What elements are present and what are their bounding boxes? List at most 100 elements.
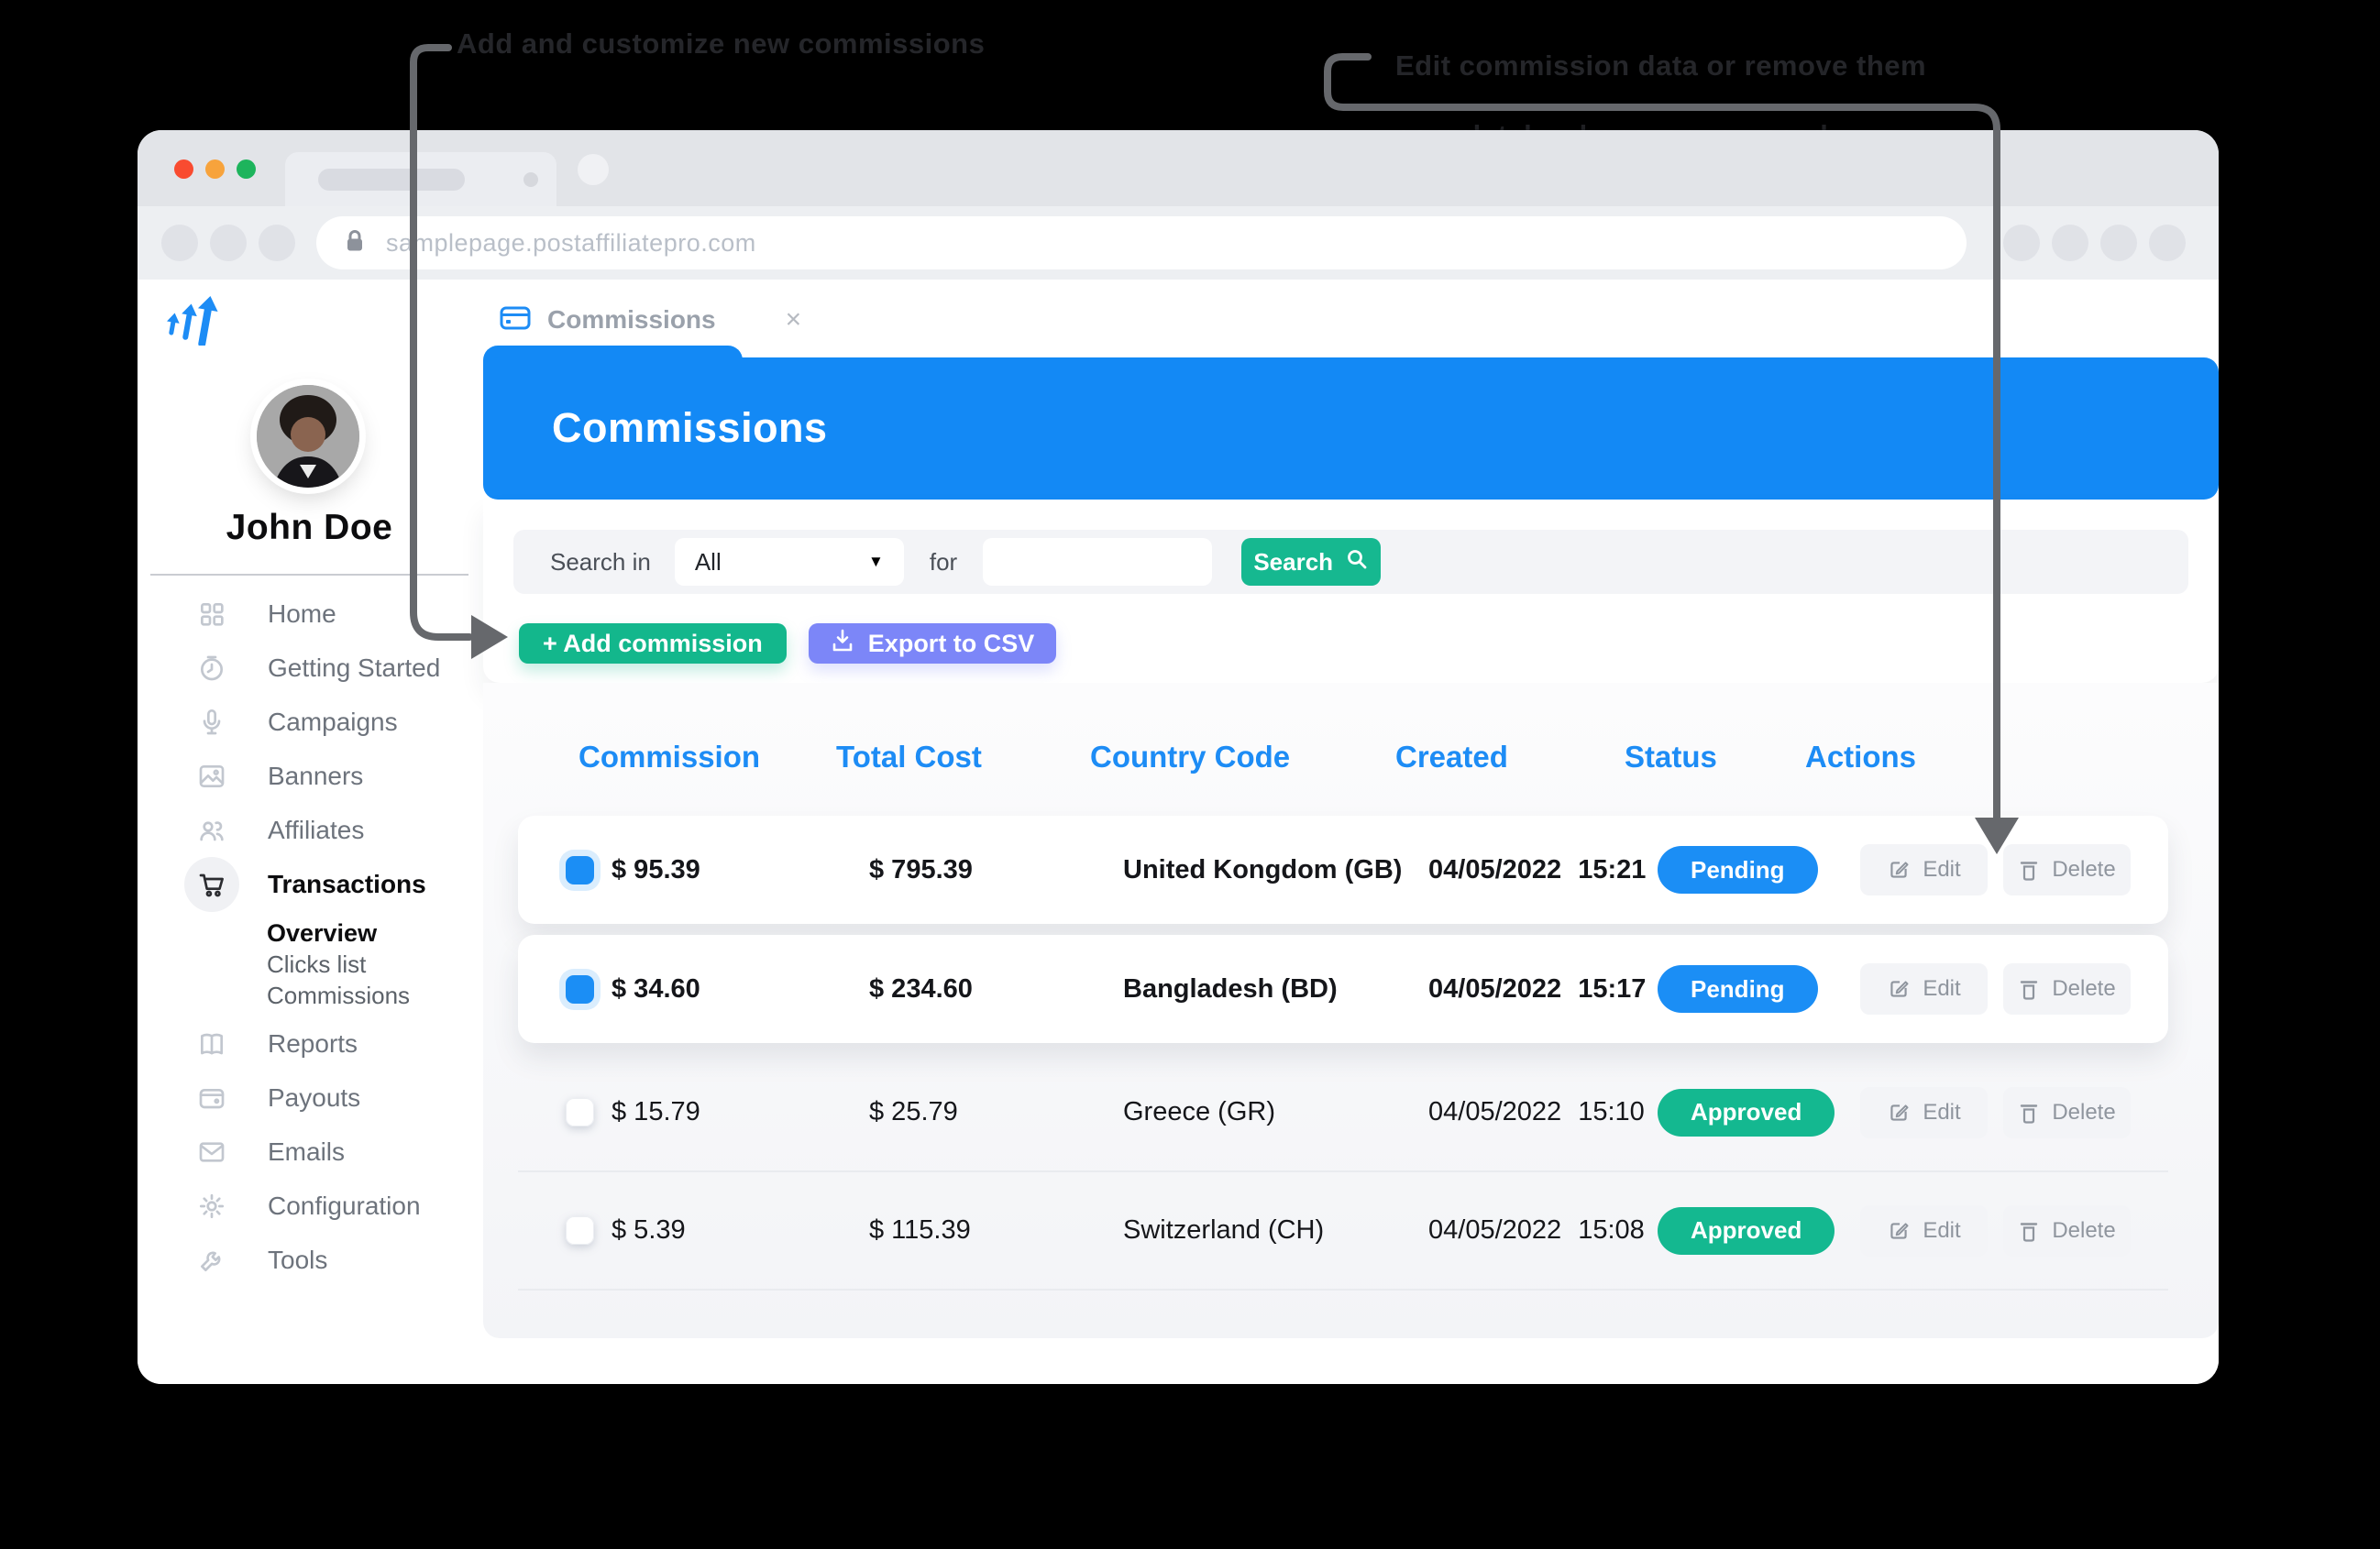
forward-button[interactable]: [210, 225, 247, 261]
delete-button[interactable]: Delete: [2003, 963, 2131, 1015]
minimize-window-button[interactable]: [205, 159, 225, 179]
total-cost-cell: $ 115.39: [869, 1215, 1123, 1246]
sidebar-item-campaigns[interactable]: Campaigns: [138, 695, 481, 749]
search-filter-value: All: [695, 548, 722, 577]
cart-icon: [184, 857, 239, 912]
add-commission-button[interactable]: + Add commission: [519, 623, 787, 664]
microphone-icon: [196, 707, 227, 738]
card-icon: [500, 305, 531, 335]
sidebar-item-home[interactable]: Home: [138, 587, 481, 641]
new-tab-button[interactable]: [578, 154, 609, 185]
edit-button[interactable]: Edit: [1860, 1205, 1988, 1257]
sidebar-divider: [150, 574, 468, 576]
sidebar-subitem-overview[interactable]: Overview: [138, 917, 481, 949]
app-tab-commissions[interactable]: Commissions ×: [500, 300, 801, 340]
table-row[interactable]: $ 34.60 $ 234.60 Bangladesh (BD) 04/05/2…: [518, 935, 2168, 1043]
sidebar-item-tools[interactable]: Tools: [138, 1233, 481, 1287]
country-code-cell: United Kongdom (GB): [1123, 855, 1428, 885]
tab-close-dot[interactable]: [523, 172, 538, 187]
status-badge: Pending: [1658, 846, 1818, 894]
search-filter-select[interactable]: All ▼: [675, 538, 904, 586]
row-checkbox[interactable]: [566, 1098, 594, 1126]
row-actions: Edit Delete: [1860, 844, 2168, 895]
created-cell: 04/05/2022 15:10: [1428, 1097, 1658, 1127]
wallet-icon: [196, 1082, 227, 1114]
sidebar-item-reports[interactable]: Reports: [138, 1016, 481, 1071]
sidebar-item-label: Getting Started: [268, 654, 440, 683]
sidebar-item-payouts[interactable]: Payouts: [138, 1071, 481, 1125]
sidebar-item-configuration[interactable]: Configuration: [138, 1179, 481, 1233]
annotation-add-commissions: Add and customize new commissions: [457, 27, 985, 60]
trash-icon: [2018, 858, 2040, 882]
browser-tab[interactable]: [285, 152, 556, 206]
sidebar-item-label: Transactions: [268, 870, 426, 899]
sidebar-item-label: Affiliates: [268, 816, 364, 845]
commission-cell: $ 5.39: [612, 1215, 869, 1246]
commission-cell: $ 95.39: [612, 855, 869, 885]
sidebar-item-getting-started[interactable]: Getting Started: [138, 641, 481, 695]
wrench-icon: [196, 1245, 227, 1276]
extension-button-3[interactable]: [2100, 225, 2137, 261]
table-header-row: CommissionTotal CostCountry CodeCreatedS…: [518, 740, 2168, 774]
back-button[interactable]: [161, 225, 198, 261]
sidebar-subitem-commissions[interactable]: Commissions: [138, 980, 481, 1011]
search-for-label: for: [930, 548, 957, 577]
grid-icon: [196, 599, 227, 630]
address-bar[interactable]: samplepage.postaffiliatepro.com: [316, 216, 1967, 269]
sidebar-subitem-clicks-list[interactable]: Clicks list: [138, 949, 481, 980]
table-row[interactable]: $ 95.39 $ 795.39 United Kongdom (GB) 04/…: [518, 816, 2168, 924]
table-row[interactable]: $ 15.79 $ 25.79 Greece (GR) 04/05/2022 1…: [518, 1054, 2168, 1172]
row-checkbox[interactable]: [566, 1216, 594, 1245]
sidebar-item-transactions[interactable]: Transactions: [138, 857, 481, 911]
app-tab-close-icon[interactable]: ×: [786, 304, 802, 335]
delete-button[interactable]: Delete: [2003, 1205, 2131, 1257]
sidebar-item-affiliates[interactable]: Affiliates: [138, 803, 481, 857]
status-badge: Approved: [1658, 1089, 1835, 1137]
edit-button[interactable]: Edit: [1860, 963, 1988, 1015]
sidebar-item-banners[interactable]: Banners: [138, 749, 481, 803]
search-input[interactable]: [983, 538, 1212, 586]
search-bar: Search in All ▼ for Search: [513, 530, 2188, 594]
user-name: John Doe: [138, 508, 481, 548]
annotation-edit-line1: Edit commission data or remove them: [1395, 31, 1926, 101]
extension-button-2[interactable]: [2052, 225, 2088, 261]
users-icon: [196, 815, 227, 846]
export-csv-button[interactable]: Export to CSV: [809, 623, 1057, 664]
sidebar-menu: Home Getting Started Campaigns Banners Affil…: [138, 587, 481, 1287]
extension-button-1[interactable]: [2003, 225, 2040, 261]
search-button[interactable]: Search: [1241, 538, 1381, 586]
search-button-label: Search: [1253, 548, 1333, 577]
column-header-total-cost: Total Cost: [836, 740, 1123, 774]
sidebar-item-label: Reports: [268, 1029, 358, 1059]
edit-button[interactable]: Edit: [1860, 1087, 1988, 1138]
row-checkbox[interactable]: [566, 856, 594, 884]
close-window-button[interactable]: [174, 159, 193, 179]
row-actions: Edit Delete: [1860, 1205, 2168, 1257]
envelope-icon: [196, 1137, 227, 1168]
delete-button[interactable]: Delete: [2003, 844, 2131, 895]
chevron-down-icon: ▼: [868, 553, 884, 571]
sidebar-item-label: Campaigns: [268, 708, 398, 737]
trash-icon: [2018, 977, 2040, 1001]
sidebar-item-label: Payouts: [268, 1083, 360, 1113]
url-text: samplepage.postaffiliatepro.com: [386, 229, 756, 258]
country-code-cell: Bangladesh (BD): [1123, 974, 1428, 1005]
edit-pencil-icon: [1887, 858, 1911, 882]
browser-menu-button[interactable]: [2149, 225, 2186, 261]
maximize-window-button[interactable]: [237, 159, 256, 179]
sidebar-item-emails[interactable]: Emails: [138, 1125, 481, 1179]
sidebar-item-label: Configuration: [268, 1192, 421, 1221]
commission-cell: $ 15.79: [612, 1097, 869, 1127]
status-badge: Approved: [1658, 1207, 1835, 1255]
avatar: [257, 385, 359, 488]
row-checkbox[interactable]: [566, 975, 594, 1004]
column-header-created: Created: [1395, 740, 1658, 774]
browser-titlebar: [138, 130, 2219, 206]
table-row[interactable]: $ 5.39 $ 115.39 Switzerland (CH) 04/05/2…: [518, 1172, 2168, 1291]
sidebar-item-label: Tools: [268, 1246, 327, 1275]
refresh-button[interactable]: [259, 225, 295, 261]
edit-button[interactable]: Edit: [1860, 844, 1988, 895]
total-cost-cell: $ 234.60: [869, 974, 1123, 1005]
delete-button[interactable]: Delete: [2003, 1087, 2131, 1138]
created-cell: 04/05/2022 15:17: [1428, 974, 1658, 1005]
